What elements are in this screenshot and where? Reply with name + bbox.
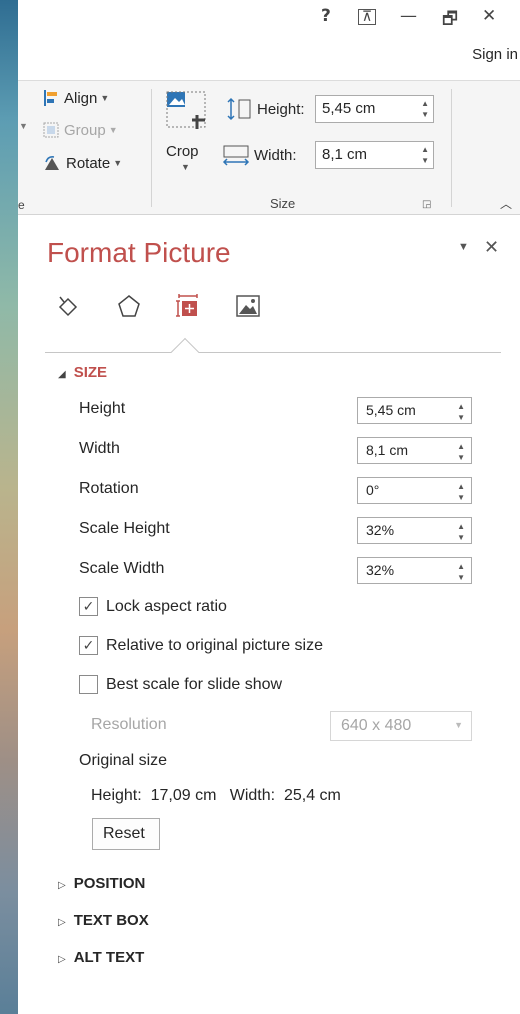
alt-text-section-header[interactable]: ▷ ALT TEXT — [58, 949, 144, 966]
active-tab-pointer — [170, 337, 200, 367]
resolution-label: Resolution — [91, 716, 167, 733]
fill-line-tab-icon[interactable] — [56, 293, 82, 319]
collapse-ribbon-icon[interactable]: ︿ — [500, 195, 512, 212]
lock-aspect-ratio-checkbox[interactable]: ✓ Lock aspect ratio — [79, 597, 227, 616]
minimize-button[interactable]: — — [400, 6, 417, 26]
height-label: Height — [79, 400, 126, 417]
help-button[interactable]: ? — [321, 6, 331, 26]
collapsed-triangle-icon: ▷ — [58, 954, 66, 965]
pane-close-icon[interactable]: ✕ — [484, 237, 499, 258]
restore-button[interactable]: 🗗 — [442, 6, 458, 35]
ribbon-height-input[interactable]: 5,45 cm ▲ ▼ — [315, 95, 434, 123]
ribbon-display-options-button[interactable]: ⊼ — [358, 9, 376, 25]
height-label-group: Height: — [226, 97, 305, 121]
size-section-header[interactable]: ◢ SIZE — [58, 364, 107, 381]
spinner-arrows-icon[interactable]: ▲ ▼ — [457, 561, 465, 583]
dialog-launcher-icon[interactable]: ◲ — [422, 199, 431, 210]
resolution-dropdown: 640 x 480 ▼ — [330, 711, 472, 741]
reset-button[interactable]: Reset — [92, 818, 160, 850]
checkmark-icon: ✓ — [79, 636, 98, 655]
tab-divider — [45, 352, 501, 353]
relative-original-size-checkbox[interactable]: ✓ Relative to original picture size — [79, 636, 323, 655]
checkmark-icon: ✓ — [79, 597, 98, 616]
align-icon — [44, 90, 57, 106]
sign-in-link[interactable]: Sign in — [472, 46, 518, 63]
chevron-down-icon: ▼ — [454, 720, 463, 730]
group-icon — [43, 122, 59, 138]
best-scale-checkbox[interactable]: Best scale for slide show — [79, 675, 282, 694]
group-button[interactable]: Group ▼ — [43, 121, 118, 139]
chevron-down-icon: ▼ — [108, 125, 118, 135]
original-size-label: Original size — [79, 752, 168, 769]
chevron-down-icon: ▼ — [113, 158, 123, 168]
effects-tab-icon[interactable] — [116, 293, 142, 319]
rotation-input[interactable]: 0° ▲ ▼ — [357, 477, 472, 504]
collapsed-triangle-icon: ▷ — [58, 880, 66, 891]
height-input[interactable]: 5,45 cm ▲ ▼ — [357, 397, 472, 424]
width-input[interactable]: 8,1 cm ▲ ▼ — [357, 437, 472, 464]
spinner-arrows-icon[interactable]: ▲ ▼ — [421, 144, 429, 166]
powerpoint-window: ? ⊼ — 🗗 ✕ Sign in e ▼ Align ▼ Group ▼ Ro… — [18, 0, 520, 1014]
scale-height-label: Scale Height — [79, 520, 170, 537]
scale-width-input[interactable]: 32% ▲ ▼ — [357, 557, 472, 584]
ribbon-separator — [451, 89, 452, 207]
crop-icon — [166, 91, 206, 129]
expanded-triangle-icon: ◢ — [58, 369, 66, 380]
rotation-label: Rotation — [79, 480, 139, 497]
size-group-label: Size — [270, 196, 296, 211]
pane-title: Format Picture — [47, 237, 231, 268]
position-section-header[interactable]: ▷ POSITION — [58, 875, 145, 892]
crop-button[interactable]: Crop ▼ — [163, 88, 213, 198]
spinner-arrows-icon[interactable]: ▲ ▼ — [457, 481, 465, 503]
text-box-section-header[interactable]: ▷ TEXT BOX — [58, 912, 149, 929]
rotate-button[interactable]: Rotate ▼ — [43, 154, 122, 172]
ribbon-width-input[interactable]: 8,1 cm ▲ ▼ — [315, 141, 434, 169]
chevron-down-icon: ▼ — [181, 162, 190, 172]
pane-options-icon[interactable]: ▼ — [458, 241, 469, 253]
empty-checkbox — [79, 675, 98, 694]
chevron-down-icon: ▼ — [19, 121, 28, 131]
rotate-icon — [45, 156, 59, 170]
close-button[interactable]: ✕ — [482, 6, 496, 26]
align-button[interactable]: Align ▼ — [43, 89, 109, 107]
width-label-group: Width: — [221, 143, 297, 167]
ribbon-separator — [151, 89, 152, 207]
chevron-down-icon: ▼ — [100, 93, 110, 103]
scale-width-label: Scale Width — [79, 560, 165, 577]
picture-tab-icon[interactable] — [235, 293, 261, 319]
ribbon-group-label-fragment: e — [18, 198, 25, 212]
original-size-values: Height: 17,09 cm Width: 25,4 cm — [91, 787, 341, 804]
spinner-arrows-icon[interactable]: ▲ ▼ — [457, 401, 465, 423]
spinner-arrows-icon[interactable]: ▲ ▼ — [457, 521, 465, 543]
ribbon-picture-tools: e ▼ Align ▼ Group ▼ Rotate ▼ Crop ▼ Heig… — [18, 80, 520, 215]
scale-height-input[interactable]: 32% ▲ ▼ — [357, 517, 472, 544]
format-picture-pane: Format Picture ▼ ✕ ◢ SIZE Height 5,45 cm… — [18, 215, 520, 1014]
spinner-arrows-icon[interactable]: ▲ ▼ — [421, 98, 429, 120]
collapsed-triangle-icon: ▷ — [58, 917, 66, 928]
shape-width-icon — [222, 145, 250, 166]
spinner-arrows-icon[interactable]: ▲ ▼ — [457, 441, 465, 463]
title-bar: ? ⊼ — 🗗 ✕ Sign in — [18, 0, 520, 80]
ribbon-display-icon: ⊼ — [361, 9, 373, 25]
shape-height-icon — [227, 97, 251, 121]
width-label: Width — [79, 440, 120, 457]
size-properties-tab-icon[interactable] — [175, 293, 201, 319]
